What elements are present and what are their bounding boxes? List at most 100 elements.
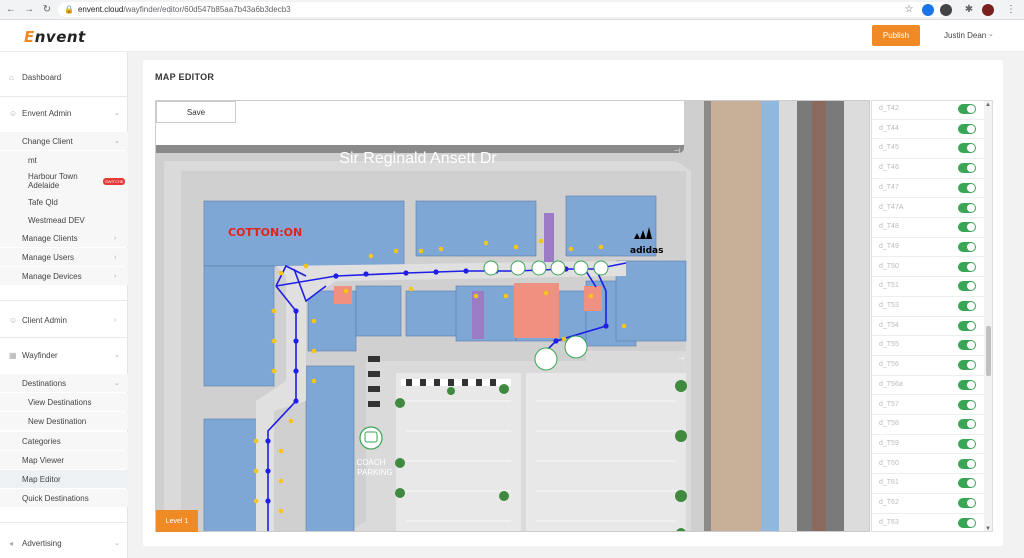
app-header: Envent Publish Justin Dean ⌄ [0,20,1024,52]
sidebar-item-advertising[interactable]: ◂ Advertising ⌄ [0,534,128,552]
sidebar-item-manage-users[interactable]: Manage Users › [0,248,128,266]
visibility-toggle[interactable] [958,123,976,134]
sidebar-item-label: Wayfinder [22,350,58,360]
sidebar-item-label: Envent Admin [22,108,72,118]
chevron-right-icon: › [114,253,117,261]
visibility-toggle[interactable] [958,261,976,272]
visibility-toggle[interactable] [958,281,976,292]
chevron-down-icon[interactable]: ⌄ [988,30,994,38]
sidebar-item-view-destinations[interactable]: View Destinations [0,393,128,411]
chevron-down-icon: ⌄ [114,540,120,547]
visibility-toggle[interactable] [958,222,976,233]
visibility-toggle[interactable] [958,399,976,410]
destination-row: d_T63 [872,514,984,531]
destination-label: d_T53 [879,302,899,309]
destination-label: d_T58 [879,420,899,428]
sidebar-item-change-client[interactable]: Change Client ⌄ [0,132,128,150]
sidebar-item-label: Advertising [22,538,62,548]
client-item-harbour-town[interactable]: Harbour Town Adelaide SWITCHE [0,169,128,193]
user-icon: ☺ [9,315,18,325]
chevron-down-icon: ⌄ [114,380,120,387]
sidebar-item-client-admin[interactable]: ☺ Client Admin › [0,311,128,329]
save-button[interactable]: Save [156,101,236,123]
sidebar-item-quick-destinations[interactable]: Quick Destinations [0,489,128,507]
visibility-toggle[interactable] [958,241,976,252]
visibility-toggle[interactable] [958,360,976,371]
destination-label: d_T48 [879,223,899,231]
scroll-up-icon[interactable]: ▲ [985,102,991,108]
destination-label: d_T61 [879,479,899,487]
sidebar-item-destinations[interactable]: Destinations ⌄ [0,374,128,392]
menu-icon[interactable]: ⋮ [1004,3,1018,17]
client-item-tafe[interactable]: Tafe Qld [0,193,128,211]
puzzle-icon[interactable]: ✱ [962,3,976,17]
forward-icon[interactable]: → [22,3,36,17]
visibility-toggle[interactable] [958,458,976,469]
visibility-toggle[interactable] [958,438,976,449]
destination-row: d_T57 [872,396,984,415]
address-bar[interactable]: 🔒 envent.cloud/wayfinder/editor/60d547b8… [58,2,948,17]
sidebar-item-label: Map Editor [22,474,61,484]
star-icon[interactable]: ☆ [902,3,916,17]
sidebar-item-label: Dashboard [22,72,62,82]
destination-row: d_T47 [872,179,984,199]
profile-avatar[interactable] [982,4,994,16]
destination-row: d_T49 [872,238,984,258]
sidebar-item-dashboard[interactable]: ⌂ Dashboard [0,68,128,86]
destination-row: d_T60 [872,455,984,475]
sidebar-item-manage-devices[interactable]: Manage Devices › [0,267,128,285]
level-selector-button[interactable]: Level 1 [156,510,198,532]
destination-label: d_T44 [879,124,899,132]
chevron-right-icon: › [114,234,117,242]
visibility-toggle[interactable] [958,517,976,528]
home-icon: ⌂ [9,72,14,82]
floor-plan-map[interactable]: Sir Reginald Ansett Dr ⊣ ⊣ COTTON:ON adi… [156,101,870,532]
scroll-down-icon[interactable]: ▼ [985,526,991,531]
scroll-thumb[interactable] [986,326,991,376]
sidebar-item-new-destination[interactable]: New Destination [0,412,128,430]
visibility-toggle[interactable] [958,320,976,331]
svg-text:⊣: ⊣ [678,356,684,363]
client-item-westmead[interactable]: Westmead DEV [0,211,128,229]
user-name[interactable]: Justin Dean [944,31,986,40]
destination-row: d_T44 [872,120,984,140]
sidebar-item-label: Map Viewer [22,455,65,465]
visibility-toggle[interactable] [958,202,976,213]
back-icon[interactable]: ← [4,3,18,17]
client-label: mt [28,155,37,165]
destination-label: d_T56 [879,361,899,369]
sidebar-item-label: Client Admin [22,315,67,325]
sidebar-item-label: Quick Destinations [22,493,89,503]
envent-logo[interactable]: Envent [24,28,86,46]
sidebar-item-manage-clients[interactable]: Manage Clients › [0,229,128,247]
visibility-toggle[interactable] [958,301,976,311]
visibility-toggle[interactable] [958,182,976,193]
chevron-down-icon: ⌄ [114,352,120,359]
publish-button[interactable]: Publish [872,25,920,46]
map-canvas[interactable]: Sir Reginald Ansett Dr ⊣ ⊣ COTTON:ON adi… [155,100,870,532]
extension-icon[interactable] [940,4,952,16]
extension-icon[interactable] [922,4,934,16]
visibility-toggle[interactable] [958,143,976,154]
visibility-toggle[interactable] [958,498,976,508]
sidebar-item-wayfinder[interactable]: ▦ Wayfinder ⌄ [0,346,128,364]
map-icon: ▦ [9,350,17,360]
client-item-mt[interactable]: mt [0,151,128,169]
destination-label: d_T50 [879,262,899,270]
sidebar-item-map-viewer[interactable]: Map Viewer [0,451,128,469]
visibility-toggle[interactable] [958,104,976,114]
sidebar-item-categories[interactable]: Categories [0,432,128,450]
visibility-toggle[interactable] [958,163,976,174]
sidebar-item-label: Destinations [22,378,67,388]
destination-row: d_T54 [872,317,984,337]
sidebar-item-map-editor[interactable]: Map Editor [0,470,128,488]
destination-row: d_T48 [872,218,984,238]
reload-icon[interactable]: ↻ [40,3,54,17]
sidebar-item-envent-admin[interactable]: ☺ Envent Admin ⌄ [0,104,128,122]
visibility-toggle[interactable] [958,340,976,351]
visibility-toggle[interactable] [958,379,976,390]
destination-row: d_T47A [872,199,984,218]
visibility-toggle[interactable] [958,478,976,489]
visibility-toggle[interactable] [958,419,976,430]
list-scrollbar[interactable]: ▲ ▼ [984,101,992,531]
